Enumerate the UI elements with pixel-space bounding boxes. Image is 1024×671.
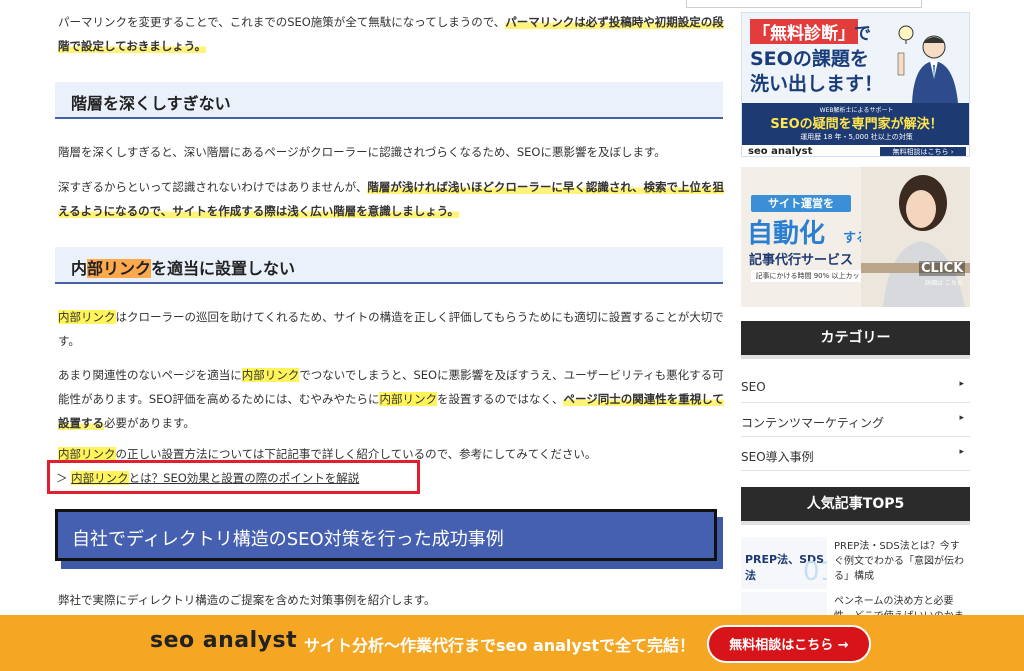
heading-internal-link: 内部リンクを適当に設置しない — [55, 247, 723, 284]
category-item-seo[interactable]: SEO ▸ — [741, 370, 970, 403]
category-heading: カテゴリー — [741, 321, 970, 359]
bottom-cta-bar: seo analyst サイト分析〜作業代行までseo analystで全て完結… — [0, 615, 1024, 671]
seo-analyst-logo: seo analyst — [748, 146, 813, 157]
banner-consult-button[interactable]: 無料相談はこちら › — [880, 147, 966, 156]
paragraph-internal-2: あまり関連性のないページを適当に内部リンクでつないでしまうと、SEOに悪影響を及… — [58, 368, 724, 430]
chevron-right-icon: ▸ — [959, 379, 964, 389]
popular-heading: 人気記事TOP5 — [741, 487, 970, 525]
paragraph-hierarchy-1: 階層を深くしすぎると、深い階層にあるページがクローラーに認識されづらくなるため、… — [58, 145, 666, 159]
category-item-case-studies[interactable]: SEO導入事例 ▸ — [741, 438, 970, 471]
seo-analyst-logo: seo analyst — [150, 628, 298, 653]
category-item-content-marketing[interactable]: コンテンツマーケティング ▸ — [741, 404, 970, 437]
related-article-text[interactable]: 内部リンクとは？SEO効果と設置の際のポイントを解説 — [71, 471, 359, 485]
top-popup-edge — [686, 0, 922, 8]
heading-case-study: 自社でディレクトリ構造のSEO対策を行った成功事例 — [55, 509, 723, 569]
bottom-bar-message: サイト分析〜作業代行までseo analystで全て完結！ — [304, 636, 696, 655]
paragraph-permalink: パーマリンクを変更することで、これまでのSEO施策が全て無駄になってしまうので、… — [58, 15, 724, 53]
paragraph-case-study: 弊社で実際にディレクトリ構造のご提案を含めた対策事例を紹介します。 — [58, 593, 436, 607]
paragraph-hierarchy-2: 深すぎるからといって認識されないわけではありませんが、階層が浅ければ浅いほどクロ… — [58, 180, 724, 218]
consultant-illustration-icon — [897, 25, 958, 103]
free-consult-button[interactable]: 無料相談はこちら → — [707, 625, 871, 663]
chevron-right-icon: ▸ — [959, 447, 964, 457]
free-diagnosis-banner[interactable]: 「無料診断」 で SEOの課題を 洗い出します！ WEB解析士によるサポート S… — [741, 12, 970, 157]
article-service-banner[interactable]: サイト運営を 自動化 する 記事代行サービス 記事にかける時間 90% 以上カッ… — [741, 167, 970, 307]
heading-hierarchy: 階層を深くしすぎない — [55, 82, 723, 119]
popular-thumbnail[interactable]: PREP法、SDS法 01 — [741, 537, 827, 589]
popular-item[interactable]: PREP法、SDS法 01 PREP法・SDS法とは？今すぐ例文でわかる「意図が… — [741, 537, 970, 593]
heading-case-study-text: 自社でディレクトリ構造のSEO対策を行った成功事例 — [55, 509, 717, 561]
chevron-right-icon: ▸ — [959, 413, 964, 423]
paragraph-internal-1: 内部リンクはクローラーの巡回を助けてくれるため、サイトの構造を正しく評価してもら… — [58, 310, 724, 348]
related-article-link[interactable]: ＞ 内部リンクとは？SEO効果と設置の際のポイントを解説 — [47, 460, 420, 494]
